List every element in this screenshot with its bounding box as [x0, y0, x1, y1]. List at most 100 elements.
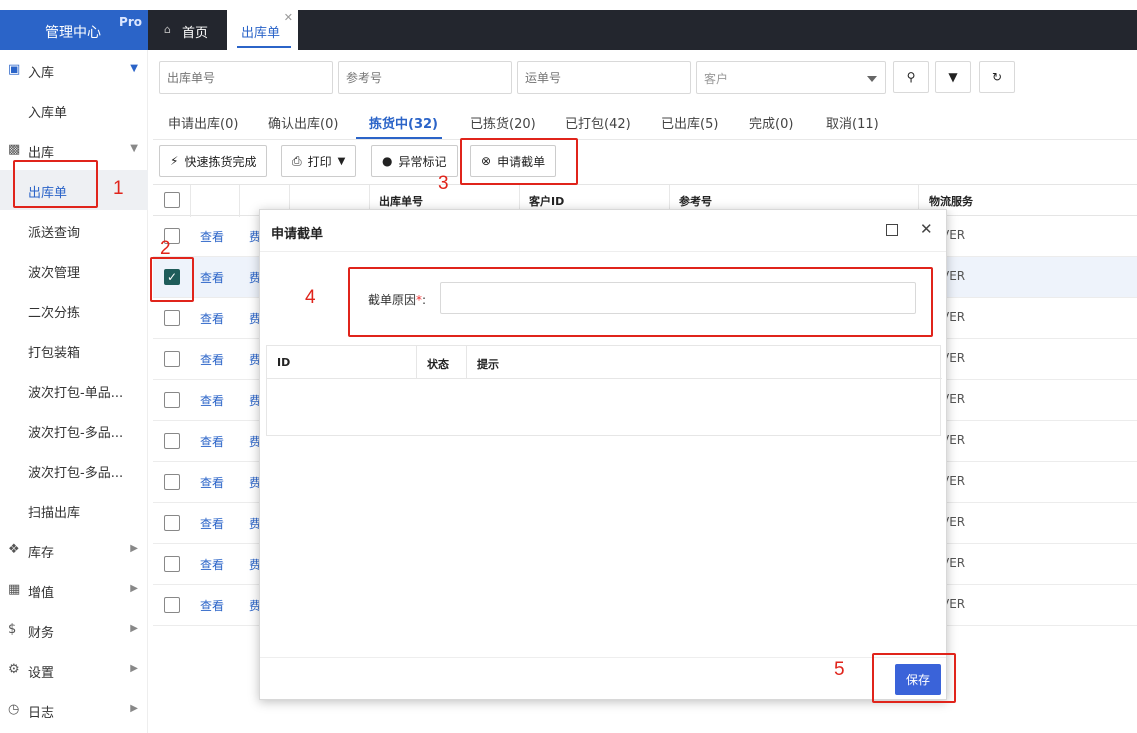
row-checkbox[interactable]	[164, 433, 180, 449]
sidebar-item-label: 波次管理	[28, 266, 81, 281]
sidebar-item-wave-pack-single[interactable]: 波次打包-单品...	[0, 370, 148, 410]
view-link[interactable]: 查看	[200, 433, 224, 450]
view-link[interactable]: 查看	[200, 597, 224, 614]
annotation-box-3	[460, 138, 578, 185]
view-link[interactable]: 查看	[200, 515, 224, 532]
dialog-title: 申请截单	[271, 227, 324, 242]
row-checkbox[interactable]	[164, 310, 180, 326]
annotation-number-1: 1	[113, 178, 124, 199]
sidebar-item-wave-pack-multi-2[interactable]: 波次打包-多品...	[0, 450, 148, 490]
tab-packed[interactable]: 已打包(42)	[565, 113, 631, 132]
row-checkbox[interactable]	[164, 515, 180, 531]
sidebar-item-delivery-query[interactable]: 派送查询	[0, 210, 148, 250]
tab-outbound-order-label: 出库单	[241, 26, 281, 41]
column-header-order-no[interactable]: 出库单号	[379, 193, 423, 209]
column-header-customer-id[interactable]: 客户ID	[529, 193, 564, 209]
sidebar-item-label: 入库	[28, 66, 55, 81]
caret-right-icon: ▶	[130, 583, 138, 594]
search-button[interactable]: ⚲	[893, 61, 929, 93]
button-label: 快速拣货完成	[184, 154, 257, 169]
quick-pick-complete-button[interactable]: ⚡ 快速拣货完成	[159, 145, 268, 177]
sidebar-item-logs[interactable]: ◷ 日志 ▶	[0, 690, 148, 730]
view-link[interactable]: 查看	[200, 351, 224, 368]
sidebar-item-inbound-order[interactable]: 入库单	[0, 90, 148, 130]
bolt-icon: ⚡	[170, 154, 179, 168]
column-header-logistics[interactable]: 物流服务	[929, 193, 973, 209]
row-checkbox[interactable]	[164, 392, 180, 408]
button-label: 异常标记	[398, 154, 447, 169]
sidebar-item-inbound[interactable]: ▣ 入库 ▼	[0, 50, 148, 90]
filter-button[interactable]: ▼	[935, 61, 971, 93]
caret-right-icon: ▶	[130, 543, 138, 554]
sidebar-item-label: 派送查询	[28, 226, 81, 241]
printer-icon: ⎙	[292, 153, 302, 168]
inbox-icon: ▣	[8, 62, 21, 77]
filter-icon: ▼	[948, 70, 958, 84]
close-icon[interactable]: ✕	[920, 220, 933, 238]
customer-select[interactable]: 客户	[696, 61, 886, 94]
cubes-icon: ❖	[8, 542, 20, 557]
view-link[interactable]: 查看	[200, 556, 224, 573]
brand-header[interactable]: 管理中心 Pro	[0, 10, 148, 50]
view-link[interactable]: 查看	[200, 474, 224, 491]
ref-no-input[interactable]	[338, 61, 512, 94]
sidebar-item-scan-outbound[interactable]: 扫描出库	[0, 490, 148, 530]
tab-picking[interactable]: 拣货中(32)	[369, 113, 438, 132]
caret-right-icon: ▶	[130, 663, 138, 674]
sidebar-item-inventory[interactable]: ❖ 库存 ▶	[0, 530, 148, 570]
annotation-box-4	[348, 267, 933, 337]
sidebar-item-label: 波次打包-多品...	[28, 426, 124, 441]
column-divider	[416, 346, 417, 379]
order-no-input[interactable]	[159, 61, 333, 94]
sidebar-item-wave-management[interactable]: 波次管理	[0, 250, 148, 290]
caret-right-icon: ▶	[130, 703, 138, 714]
tab-picked[interactable]: 已拣货(20)	[470, 113, 536, 132]
annotation-box-5	[872, 653, 956, 703]
refresh-icon: ↻	[991, 70, 1003, 84]
caret-down-icon: ▼	[337, 155, 346, 167]
action-toolbar: ⚡ 快速拣货完成 ⎙ 打印 ▼ ● 异常标记 ⊗ 申请截单	[153, 140, 1137, 184]
sidebar-item-finance[interactable]: $ 财务 ▶	[0, 610, 148, 650]
select-all-checkbox[interactable]	[164, 192, 180, 208]
row-checkbox[interactable]	[164, 556, 180, 572]
refresh-button[interactable]: ↻	[979, 61, 1015, 93]
tab-apply-outbound[interactable]: 申请出库(0)	[168, 113, 238, 132]
sidebar-item-settings[interactable]: ⚙ 设置 ▶	[0, 650, 148, 690]
column-header-ref-no[interactable]: 参考号	[679, 193, 712, 209]
caret-right-icon: ▶	[130, 623, 138, 634]
view-link[interactable]: 查看	[200, 269, 224, 286]
close-icon[interactable]: ✕	[284, 11, 293, 24]
row-checkbox[interactable]	[164, 474, 180, 490]
view-link[interactable]: 查看	[200, 228, 224, 245]
annotation-box-1	[13, 160, 98, 208]
result-table: ID 状态 提示	[266, 345, 942, 436]
tab-outbound-order[interactable]: 出库单 ✕	[227, 10, 298, 50]
row-checkbox[interactable]	[164, 597, 180, 613]
sidebar-item-value-added[interactable]: ▦ 增值 ▶	[0, 570, 148, 610]
tab-completed[interactable]: 完成(0)	[749, 113, 793, 132]
print-button[interactable]: ⎙ 打印 ▼	[281, 145, 357, 177]
caret-down-icon: ▼	[130, 63, 138, 74]
sidebar-item-label: 入库单	[28, 106, 68, 121]
view-link[interactable]: 查看	[200, 392, 224, 409]
tab-cancelled[interactable]: 取消(11)	[826, 113, 879, 132]
tab-shipped[interactable]: 已出库(5)	[661, 113, 718, 132]
column-divider	[239, 185, 240, 217]
maximize-icon[interactable]	[886, 224, 898, 236]
home-icon: ⌂	[164, 23, 171, 36]
tab-confirm-outbound[interactable]: 确认出库(0)	[268, 113, 338, 132]
row-checkbox[interactable]	[164, 351, 180, 367]
sidebar-item-label: 扫描出库	[28, 506, 81, 521]
annotation-number-3: 3	[438, 173, 449, 194]
sidebar-item-secondary-sorting[interactable]: 二次分拣	[0, 290, 148, 330]
tab-home[interactable]: ⌂ 首页	[150, 10, 226, 50]
sidebar-item-label: 波次打包-单品...	[28, 386, 124, 401]
search-bar: 客户 ⚲ ▼ ↻	[153, 50, 1137, 100]
sidebar-item-packing[interactable]: 打包装箱	[0, 330, 148, 370]
sidebar-item-wave-pack-multi-1[interactable]: 波次打包-多品...	[0, 410, 148, 450]
annotation-number-5: 5	[834, 659, 845, 680]
tracking-no-input[interactable]	[517, 61, 691, 94]
view-link[interactable]: 查看	[200, 310, 224, 327]
search-icon: ⚲	[906, 70, 916, 84]
sidebar-item-label: 波次打包-多品...	[28, 466, 124, 481]
